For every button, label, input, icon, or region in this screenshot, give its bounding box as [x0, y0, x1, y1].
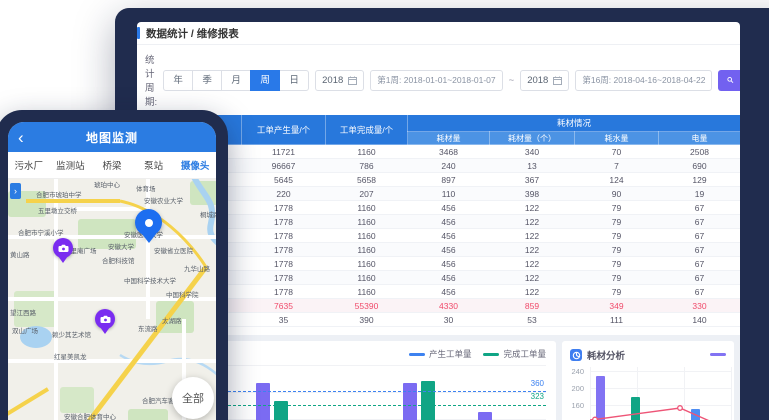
period-option-季[interactable]: 季	[192, 70, 222, 91]
breadcrumb-text: 数据统计 / 维修报表	[146, 26, 239, 41]
right-chart-legend-swatch	[710, 353, 726, 356]
consumable-bar-plot	[590, 367, 732, 420]
map-label: 望江西路	[10, 307, 36, 317]
phone-header: ‹ 地图监测	[8, 122, 216, 152]
subcol-2: 耗材量（个）	[490, 132, 575, 145]
end-year-value: 2018	[527, 75, 548, 86]
end-week-input[interactable]: 第16周: 2018-04-16~2018-04-22	[575, 70, 712, 91]
phone-tab-污水厂[interactable]: 污水厂	[8, 158, 50, 172]
period-option-日[interactable]: 日	[279, 70, 309, 91]
map-view[interactable]: 琥珀中心合肥市琥珀中学体育场安徽农业大学五里墩立交桥桐城路合肥市宁溪小学安徽医科…	[8, 179, 216, 420]
reference-line-label: 360	[531, 380, 544, 388]
map-label: 中国科学技术大学	[124, 275, 176, 285]
camera-icon	[58, 244, 69, 253]
map-label: 红星美凯龙	[54, 351, 87, 361]
query-button-label: 查询	[738, 66, 740, 94]
map-label: 安徽合肥体育中心	[64, 411, 116, 420]
map-label: 东流路	[138, 323, 158, 333]
map-label: 合肥市琥珀中学	[36, 189, 82, 199]
map-label: 合肥市宁溪小学	[18, 227, 64, 237]
consumable-chart-card: 耗材分析 2402001601208040	[562, 341, 734, 420]
phone-tab-bar: 污水厂监测站桥梁泵站摄像头	[8, 152, 216, 179]
consumable-plot-wrap: 2402001601208040	[590, 367, 730, 420]
end-year-select[interactable]: 2018	[520, 70, 569, 91]
subcol-1: 耗材量	[408, 132, 490, 145]
period-option-年[interactable]: 年	[163, 70, 193, 91]
query-button[interactable]: 查询	[718, 70, 740, 91]
map-label: 九华山路	[184, 263, 210, 273]
show-all-button[interactable]: 全部	[172, 377, 214, 419]
legend-item-generated: 产生工单量	[409, 348, 472, 360]
map-label: 五里墩立交桥	[38, 205, 77, 215]
map-label: 安徽省立医院	[154, 245, 193, 255]
camera-marker[interactable]	[53, 238, 73, 258]
subcol-4: 电量	[659, 132, 741, 145]
range-separator: ~	[509, 75, 515, 86]
generated-legend-swatch	[409, 353, 425, 356]
period-label: 统计周期:	[145, 52, 157, 108]
reference-line-label: 323	[531, 393, 544, 401]
map-label: 太湖路	[162, 315, 182, 325]
subcol-3: 耗水量	[575, 132, 659, 145]
consumable-chart-title: 耗材分析	[587, 348, 625, 362]
filter-bar: 统计周期: 年季月周日 2018 第1周: 2018-01-01~2018-01…	[137, 45, 740, 114]
start-year-value: 2018	[322, 75, 343, 86]
map-label: 双山广场	[12, 325, 38, 335]
phone-tab-摄像头[interactable]: 摄像头	[174, 158, 216, 172]
workorder-chart-legend: 产生工单量 完成工单量	[409, 348, 546, 360]
y-tick-label: 240	[562, 368, 584, 376]
phone-tab-泵站[interactable]: 泵站	[133, 158, 175, 172]
breadcrumb: 数据统计 / 维修报表	[137, 22, 740, 45]
phone-tab-桥梁[interactable]: 桥梁	[91, 158, 133, 172]
map-label: 桐城路	[200, 209, 216, 219]
workorder-bar	[256, 383, 270, 420]
workorder-bar	[478, 412, 492, 420]
start-year-select[interactable]: 2018	[315, 70, 364, 91]
workorder-bar	[421, 381, 435, 420]
start-week-input[interactable]: 第1周: 2018-01-01~2018-01-07	[370, 70, 502, 91]
col-group-consumables: 耗材情况	[408, 115, 741, 132]
completed-legend-swatch	[483, 353, 499, 356]
period-option-周[interactable]: 周	[250, 70, 280, 91]
phone-title: 地图监测	[86, 129, 138, 146]
phone-tab-监测站[interactable]: 监测站	[50, 158, 92, 172]
calendar-icon	[348, 76, 357, 85]
legend-label: 完成工单量	[503, 349, 546, 359]
screenshot-stage: 数据统计 / 维修报表 统计周期: 年季月周日 2018 第1周: 2018-0…	[0, 0, 769, 420]
col-generated: 工单产生量/个	[242, 115, 326, 145]
map-label: 黄山路	[10, 249, 30, 259]
col-completed: 工单完成量/个	[326, 115, 408, 145]
period-option-月[interactable]: 月	[221, 70, 251, 91]
camera-icon	[100, 315, 111, 324]
map-label: 中国科学院	[166, 289, 199, 299]
trend-line	[590, 367, 732, 420]
legend-item-completed: 完成工单量	[483, 348, 546, 360]
map-label: 安徽大学	[108, 241, 134, 251]
map-label: 安徽农业大学	[144, 195, 183, 205]
map-label: 赖少其艺术馆	[52, 329, 91, 339]
phone-screen: ‹ 地图监测 污水厂监测站桥梁泵站摄像头	[8, 122, 216, 420]
y-tick-label: 160	[562, 402, 584, 410]
camera-marker[interactable]	[95, 309, 115, 329]
consumable-chart-header: 耗材分析	[562, 341, 734, 365]
map-label: 琥珀中心	[94, 179, 120, 189]
breadcrumb-accent-bar	[137, 27, 140, 39]
workorder-bar	[403, 383, 417, 420]
y-tick-label: 200	[562, 385, 584, 393]
pin-dot	[145, 219, 153, 227]
period-segmented-control: 年季月周日	[163, 70, 309, 91]
search-icon	[727, 75, 734, 85]
legend-label: 产生工单量	[429, 349, 472, 359]
map-expand-button[interactable]: ›	[10, 183, 21, 199]
phone-mockup: ‹ 地图监测 污水厂监测站桥梁泵站摄像头	[0, 110, 228, 420]
map-label: 体育场	[136, 183, 156, 193]
calendar-icon	[553, 76, 562, 85]
consumables-analysis-icon	[570, 349, 582, 361]
back-icon[interactable]: ‹	[18, 129, 24, 146]
selected-camera-pin[interactable]	[135, 209, 162, 236]
map-label: 合肥科技馆	[102, 255, 135, 265]
